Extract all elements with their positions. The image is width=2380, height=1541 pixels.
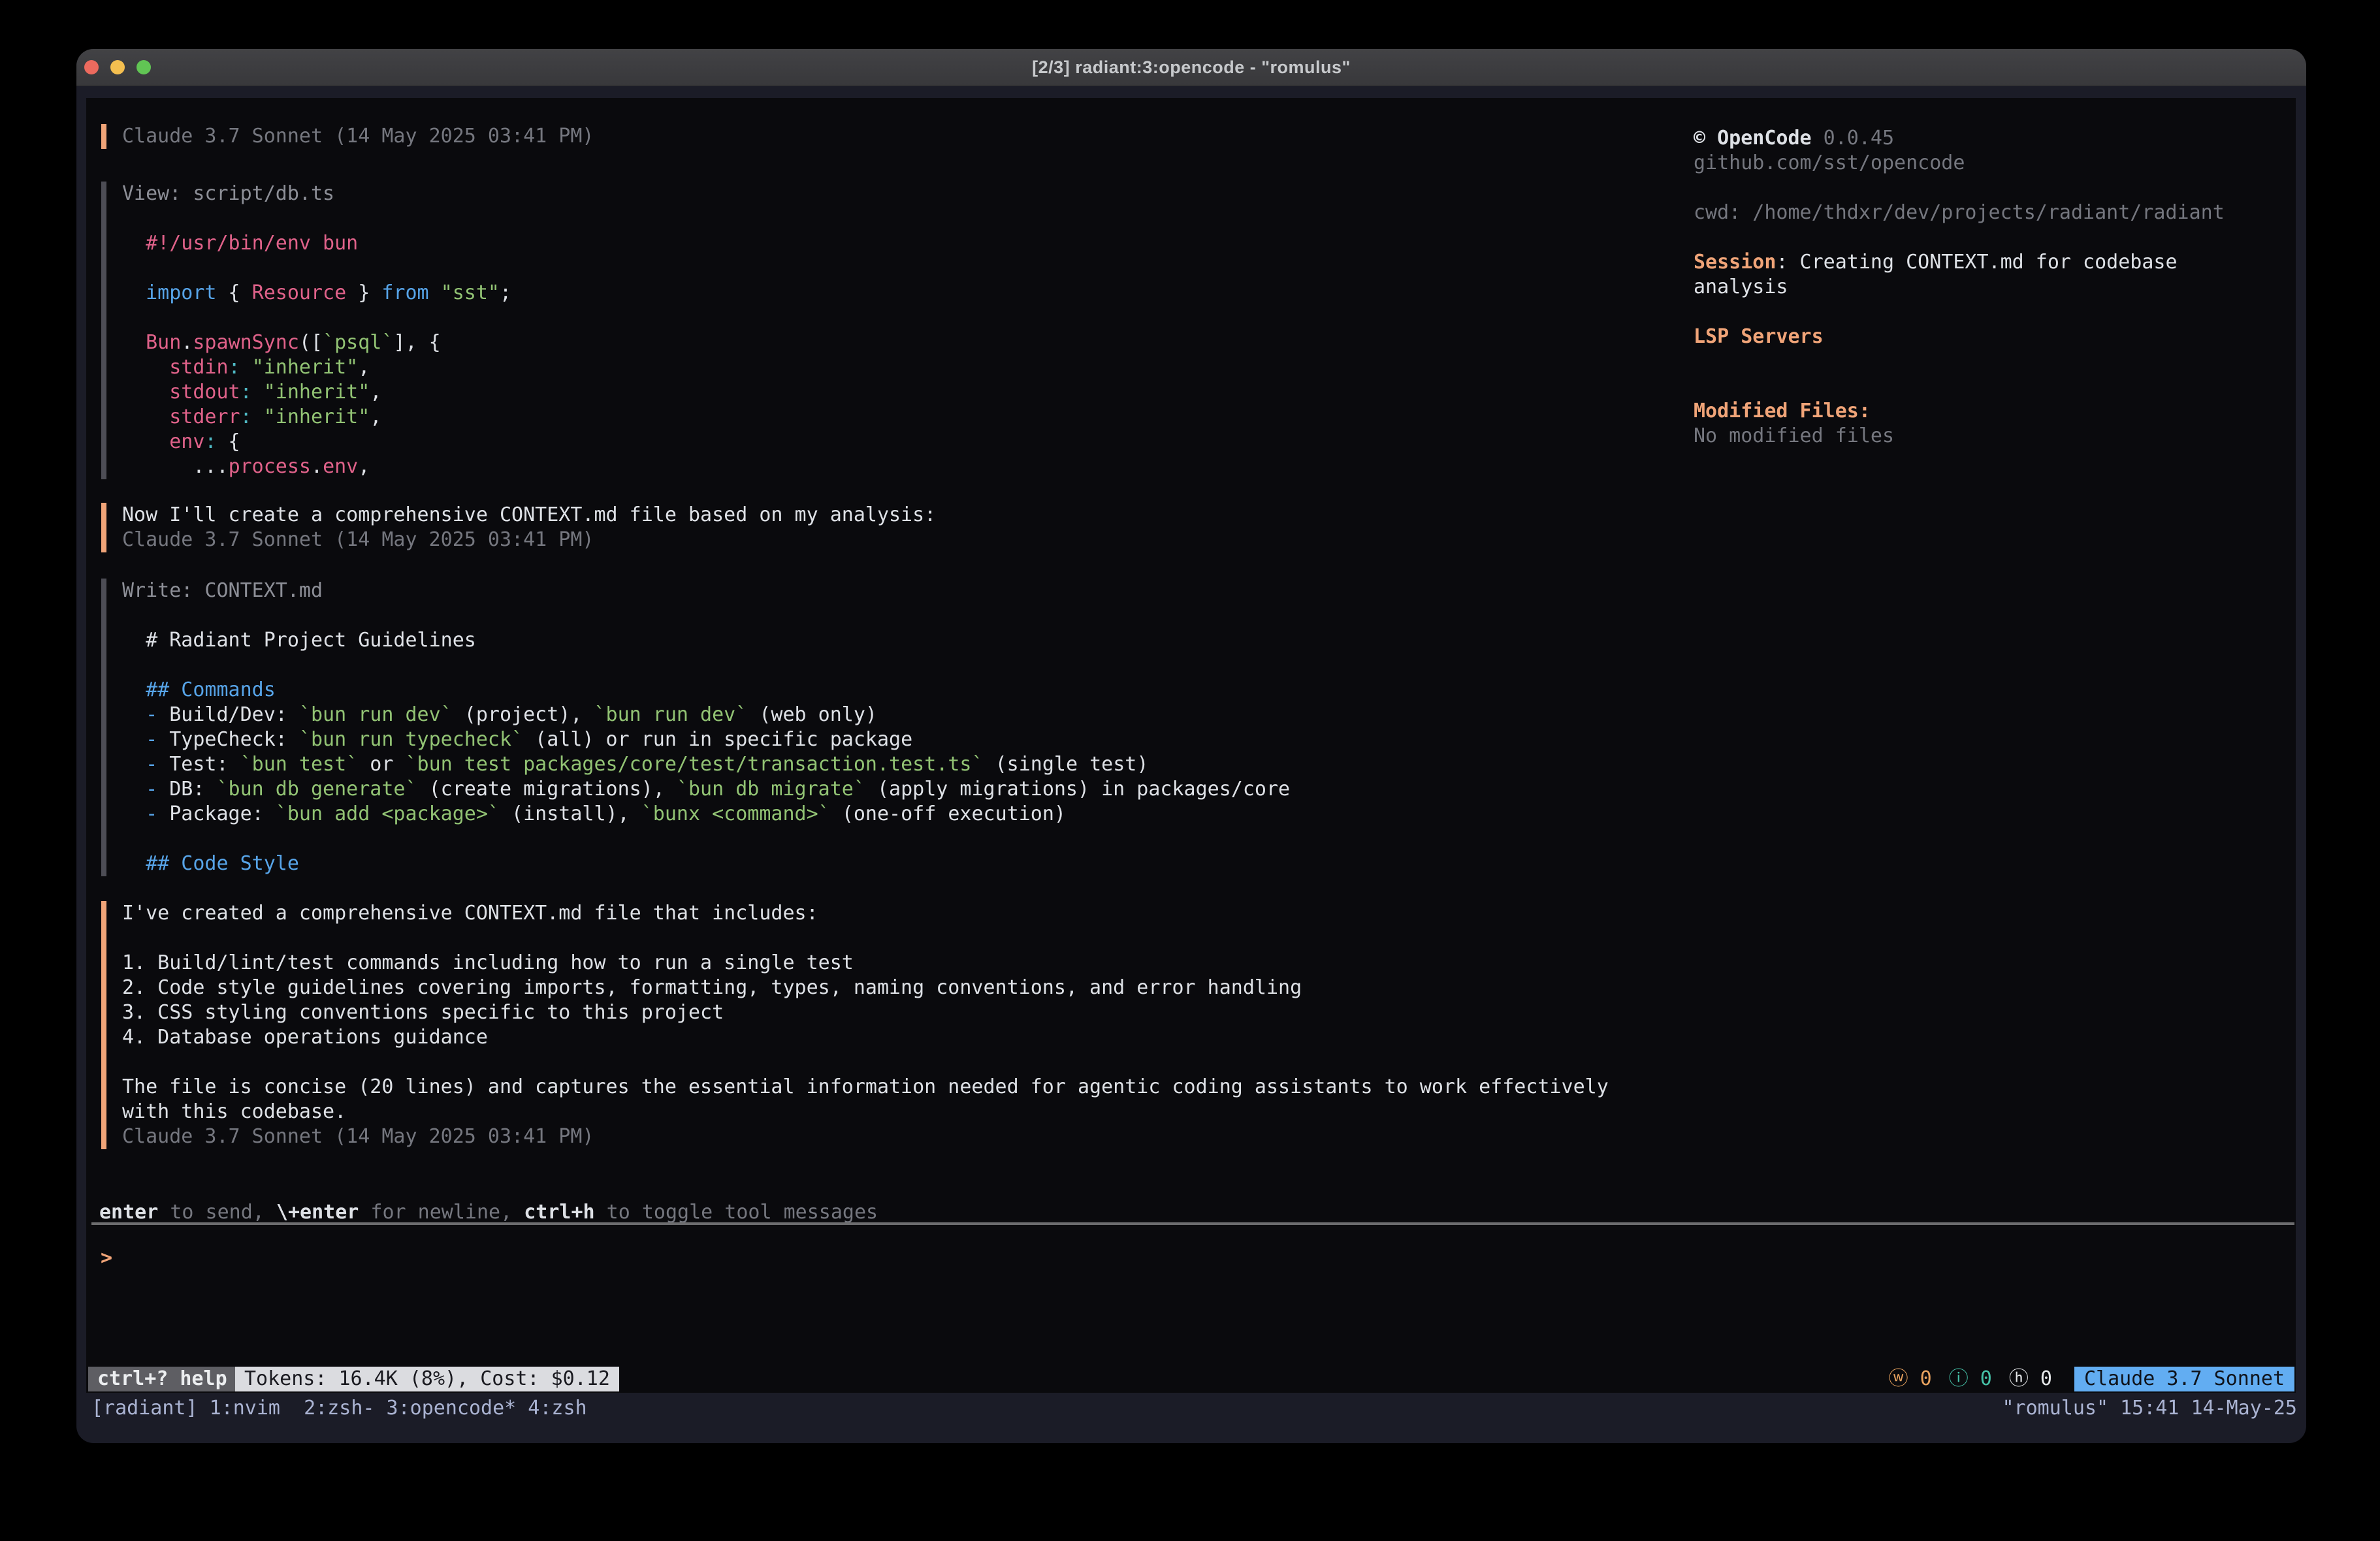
minimize-button[interactable] [110,60,125,74]
titlebar: [2/3] radiant:3:opencode - "romulus" [76,49,2306,86]
text-line: The file is concise (20 lines) and captu… [122,1075,1609,1100]
text-line: 2. Code style guidelines covering import… [122,976,1609,1000]
screenshot-root: [2/3] radiant:3:opencode - "romulus" Cla… [0,0,2380,1541]
text-line [122,653,1290,678]
help-segment: to send, [158,1201,276,1224]
input-divider [91,1222,2294,1225]
text-line [122,306,511,330]
info-count: ⓘ 0 [1949,1367,1992,1391]
text-line [1694,176,2294,200]
text-line: ## Commands [122,678,1290,703]
text-line: Bun.spawnSync([`psql`], { [122,330,511,355]
sidebar: © OpenCode 0.0.45github.com/sst/opencode… [1694,126,2294,449]
tool-view-block: View: script/db.ts #!/usr/bin/env bun im… [101,182,511,479]
model-badge[interactable]: Claude 3.7 Sonnet [2074,1367,2294,1391]
text-line [1694,225,2294,250]
help-segment: to toggle tool messages [595,1201,878,1224]
text-line: analysis [1694,275,2294,300]
text-line: Claude 3.7 Sonnet (14 May 2025 03:41 PM) [122,528,936,552]
text-line: Claude 3.7 Sonnet (14 May 2025 03:41 PM) [122,1124,1609,1149]
tool-write-block: Write: CONTEXT.md # Radiant Project Guid… [101,579,1290,876]
text-line: #!/usr/bin/env bun [122,231,511,256]
text-line: LSP Servers [1694,325,2294,349]
tmux-session-windows: [radiant] 1:nvim 2:zsh- 3:opencode* 4:zs… [91,1395,587,1422]
text-line [1694,349,2294,374]
text-line: stdout: "inherit", [122,380,511,405]
hints-count: ⓗ 0 [2009,1367,2052,1391]
traffic-lights [84,60,151,74]
help-segment: ctrl+h [524,1201,594,1224]
text-line: github.com/sst/opencode [1694,151,2294,176]
help-segment: enter [99,1201,158,1224]
text-line [122,603,1290,628]
text-line: ...process.env, [122,454,511,479]
terminal-content: Claude 3.7 Sonnet (14 May 2025 03:41 PM)… [86,98,2296,1393]
text-line: 3. CSS styling conventions specific to t… [122,1000,1609,1025]
text-line [122,256,511,281]
help-segment: \+enter [276,1201,359,1224]
text-line: with this codebase. [122,1100,1609,1124]
message-header-block: Claude 3.7 Sonnet (14 May 2025 03:41 PM) [101,124,594,149]
text-line [122,926,1609,951]
text-line: No modified files [1694,424,2294,449]
window-title: [2/3] radiant:3:opencode - "romulus" [1032,57,1351,78]
text-line: - TypeCheck: `bun run typecheck` (all) o… [122,727,1290,752]
text-line: Modified Files: [1694,399,2294,424]
tmux-status-bar: [radiant] 1:nvim 2:zsh- 3:opencode* 4:zs… [76,1395,2306,1422]
text-line: stdin: "inherit", [122,355,511,380]
text-line: Session: Creating CONTEXT.md for codebas… [1694,250,2294,275]
terminal-window: [2/3] radiant:3:opencode - "romulus" Cla… [76,49,2306,1443]
text-line [1694,374,2294,399]
help-chip[interactable]: ctrl+? help [88,1367,236,1391]
text-line [1694,300,2294,325]
text-line: - DB: `bun db generate` (create migratio… [122,777,1290,802]
zoom-button[interactable] [137,60,151,74]
diagnostics: ⓦ 0 ⓘ 0 ⓗ 0 [1889,1367,2052,1391]
help-segment: for newline, [359,1201,524,1224]
text-line: 1. Build/lint/test commands including ho… [122,951,1609,976]
close-button[interactable] [84,60,99,74]
text-line: - Build/Dev: `bun run dev` (project), `b… [122,703,1290,727]
text-line: View: script/db.ts [122,182,511,206]
text-line: - Test: `bun test` or `bun test packages… [122,752,1290,777]
text-line: cwd: /home/thdxr/dev/projects/radiant/ra… [1694,200,2294,225]
text-line: Write: CONTEXT.md [122,579,1290,603]
text-line: I've created a comprehensive CONTEXT.md … [122,901,1609,926]
assistant-message-block: Now I'll create a comprehensive CONTEXT.… [101,503,936,552]
text-line: Claude 3.7 Sonnet (14 May 2025 03:41 PM) [122,124,594,149]
warnings-count: ⓦ 0 [1889,1367,1932,1391]
prompt-input[interactable]: > [101,1244,2282,1273]
help-bar: enter to send, \+enter for newline, ctrl… [99,1200,878,1225]
prompt-symbol: > [101,1247,112,1269]
text-line: # Radiant Project Guidelines [122,628,1290,653]
text-line: - Package: `bun add <package>` (install)… [122,802,1290,827]
text-line [122,1050,1609,1075]
assistant-message-block: I've created a comprehensive CONTEXT.md … [101,901,1609,1149]
text-line: Now I'll create a comprehensive CONTEXT.… [122,503,936,528]
text-line: ## Code Style [122,851,1290,876]
text-line: env: { [122,430,511,454]
tmux-host-clock: "romulus" 15:41 14-May-25 [2002,1395,2297,1422]
text-line: import { Resource } from "sst"; [122,281,511,306]
text-line: 4. Database operations guidance [122,1025,1609,1050]
text-line: stderr: "inherit", [122,405,511,430]
text-line: © OpenCode 0.0.45 [1694,126,2294,151]
tokens-cost-chip: Tokens: 16.4K (8%), Cost: $0.12 [235,1367,619,1391]
text-line [122,827,1290,851]
text-line [122,206,511,231]
